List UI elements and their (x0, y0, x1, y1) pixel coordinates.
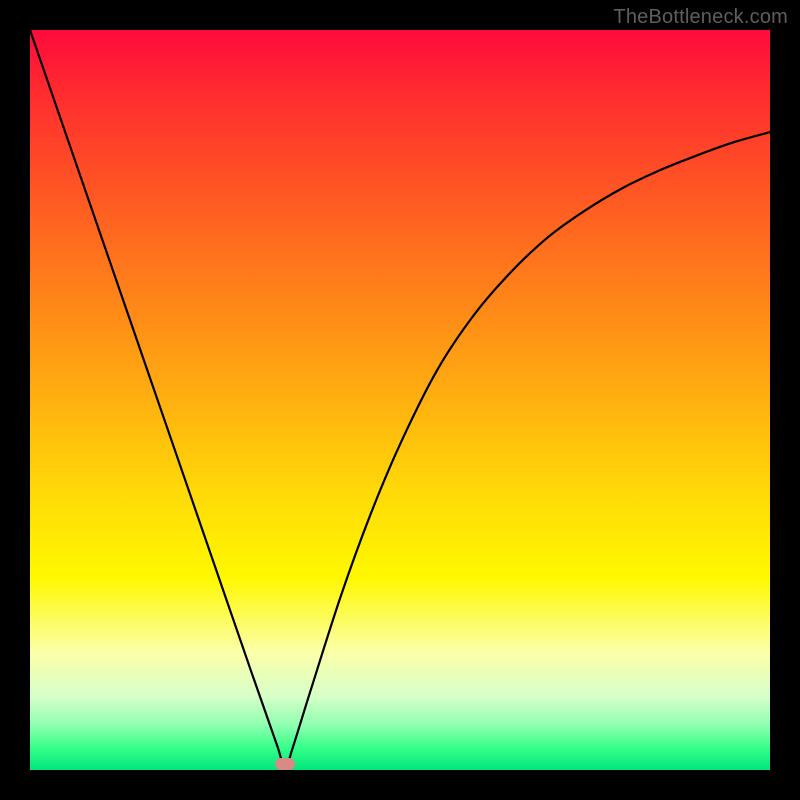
bottleneck-curve (30, 30, 770, 770)
plot-area (30, 30, 770, 770)
watermark-text: TheBottleneck.com (613, 6, 788, 29)
curve-path (30, 30, 770, 770)
chart-frame: TheBottleneck.com (0, 0, 800, 800)
minimum-marker (275, 758, 295, 770)
